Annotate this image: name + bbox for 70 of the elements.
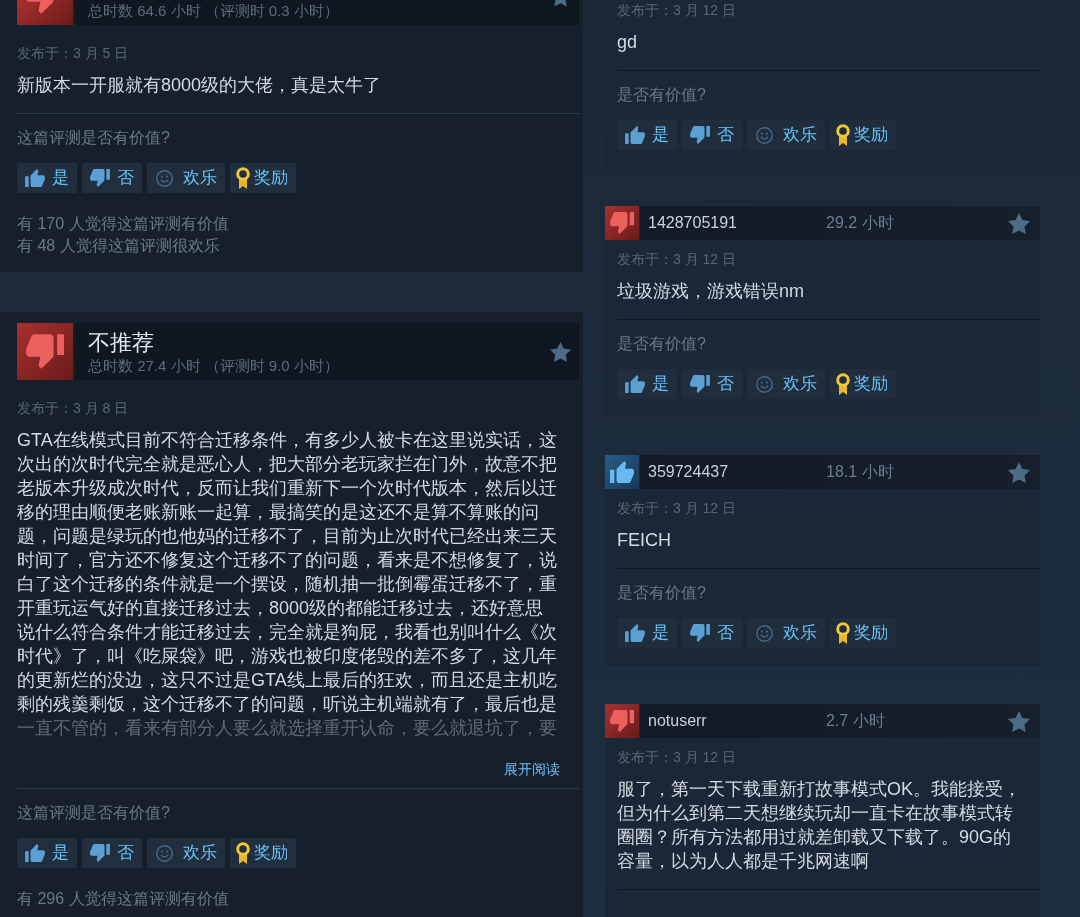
award-ribbon-icon — [836, 124, 850, 146]
thumbs-up-icon — [625, 126, 645, 144]
yes-button[interactable]: 是 — [17, 163, 77, 193]
smiley-icon — [756, 624, 773, 642]
thumbs-down-icon — [690, 126, 710, 144]
playtime: 总时数 64.6 小时 （评测时 0.3 小时） — [88, 1, 339, 21]
helpful-count: 有 296 人觉得这篇评测有价值 — [17, 889, 229, 909]
thumbs-down-icon — [90, 169, 110, 187]
award-ribbon-icon — [836, 622, 850, 644]
thumbs-up-icon — [625, 624, 645, 642]
hours-played: 2.7 小时 — [826, 711, 885, 731]
no-button[interactable]: 否 — [682, 369, 742, 399]
award-ribbon-icon — [236, 167, 250, 189]
helpful-prompt: 是否有价值? — [617, 85, 706, 105]
username: notuserr — [648, 711, 707, 731]
funny-button[interactable]: 欢乐 — [147, 838, 225, 868]
post-date: 发布于：3 月 5 日 — [17, 44, 129, 63]
yes-button[interactable]: 是 — [617, 369, 677, 399]
thumbs-up-icon — [625, 375, 645, 393]
award-button[interactable]: 奖励 — [830, 618, 896, 648]
yes-button[interactable]: 是 — [617, 618, 677, 648]
smiley-icon — [756, 126, 773, 144]
award-ribbon-icon — [836, 373, 850, 395]
helpful-prompt: 这篇评测是否有价值? — [17, 128, 170, 148]
funny-button[interactable]: 欢乐 — [747, 618, 825, 648]
no-button[interactable]: 否 — [682, 120, 742, 150]
award-ribbon-icon — [236, 842, 250, 864]
star-icon — [554, 0, 567, 7]
review-text: gd — [617, 31, 639, 54]
helpful-prompt: 是否有价值? — [617, 334, 706, 354]
star-icon — [550, 341, 571, 362]
funny-button[interactable]: 欢乐 — [147, 163, 225, 193]
thumbs-down-icon — [690, 624, 710, 642]
no-button[interactable]: 否 — [82, 163, 142, 193]
helpful-count: 有 170 人觉得这篇评测有价值 — [17, 214, 229, 234]
smiley-icon — [156, 844, 173, 862]
no-button[interactable]: 否 — [82, 838, 142, 868]
star-icon — [1008, 461, 1030, 483]
username: 1428705191 — [648, 213, 737, 233]
yes-button[interactable]: 是 — [17, 838, 77, 868]
no-button[interactable]: 否 — [682, 618, 742, 648]
review-text: 服了，第一天下载重新打故事模式OK。我能接受，但为什么到第二天想继续玩却一直卡在故事模式转圈圈？所有方法都用过就差卸载又下载了。90G的容量，以为人人都是千兆网速啊 — [617, 778, 1022, 873]
award-button[interactable]: 奖励 — [230, 163, 296, 193]
read-more-link[interactable]: 展开阅读 — [504, 759, 560, 779]
funny-button[interactable]: 欢乐 — [747, 120, 825, 150]
helpful-prompt: 这篇评测是否有价值? — [17, 803, 170, 823]
yes-button[interactable]: 是 — [617, 120, 677, 150]
helpful-prompt: 是否有价值? — [617, 583, 706, 603]
verdict-title: 不推荐 — [88, 330, 154, 356]
review-text: 新版本一开服就有8000级的大佬，真是太牛了 — [17, 74, 383, 97]
award-button[interactable]: 奖励 — [230, 838, 296, 868]
helpful-count: 有 48 人觉得这篇评测很欢乐 — [17, 236, 220, 256]
hours-played: 29.2 小时 — [826, 213, 894, 233]
thumbs-up-icon — [25, 844, 45, 862]
award-button[interactable]: 奖励 — [830, 120, 896, 150]
thumbs-down-icon — [90, 844, 110, 862]
star-icon — [1008, 710, 1030, 732]
star-icon — [1008, 212, 1030, 234]
award-button[interactable]: 奖励 — [830, 369, 896, 399]
review-text: 垃圾游戏，游戏错误nm — [617, 280, 805, 303]
hours-played: 18.1 小时 — [826, 462, 894, 482]
thumbs-down-icon — [690, 375, 710, 393]
playtime: 总时数 27.4 小时 （评测时 9.0 小时） — [88, 356, 339, 376]
funny-button[interactable]: 欢乐 — [747, 369, 825, 399]
review-text: FEICH — [617, 529, 672, 552]
smiley-icon — [756, 375, 773, 393]
post-date: 发布于：3 月 8 日 — [17, 399, 129, 418]
smiley-icon — [156, 169, 173, 187]
thumbs-up-icon — [25, 169, 45, 187]
username: 359724437 — [648, 462, 729, 482]
